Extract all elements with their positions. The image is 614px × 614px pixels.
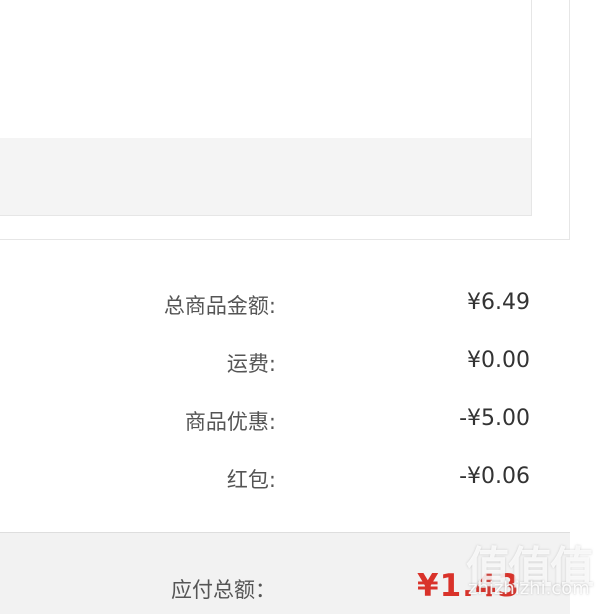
store-footer-area (0, 138, 532, 216)
total-payable-value: ¥1.43 (417, 568, 521, 604)
discount-label: 商品优惠: (184, 410, 276, 434)
summary-row-shipping: 运费: ¥0.00 (0, 348, 614, 378)
red-packet-label: 红包: (226, 468, 276, 492)
discount-value: -¥5.00 (459, 406, 530, 431)
red-packet-value: -¥0.06 (459, 464, 530, 489)
summary-row-goods-total: 总商品金额: ¥6.49 (0, 290, 614, 320)
goods-total-value: ¥6.49 (467, 290, 530, 315)
shipping-value: ¥0.00 (467, 348, 530, 373)
total-payable-label: 应付总额： (171, 578, 276, 602)
item-list-area (0, 0, 532, 138)
goods-total-label: 总商品金额: (163, 294, 276, 318)
shipping-label: 运费: (226, 352, 276, 376)
order-items-card (0, 0, 570, 240)
summary-row-red-packet: 红包: -¥0.06 (0, 464, 614, 494)
summary-row-discount: 商品优惠: -¥5.00 (0, 406, 614, 436)
